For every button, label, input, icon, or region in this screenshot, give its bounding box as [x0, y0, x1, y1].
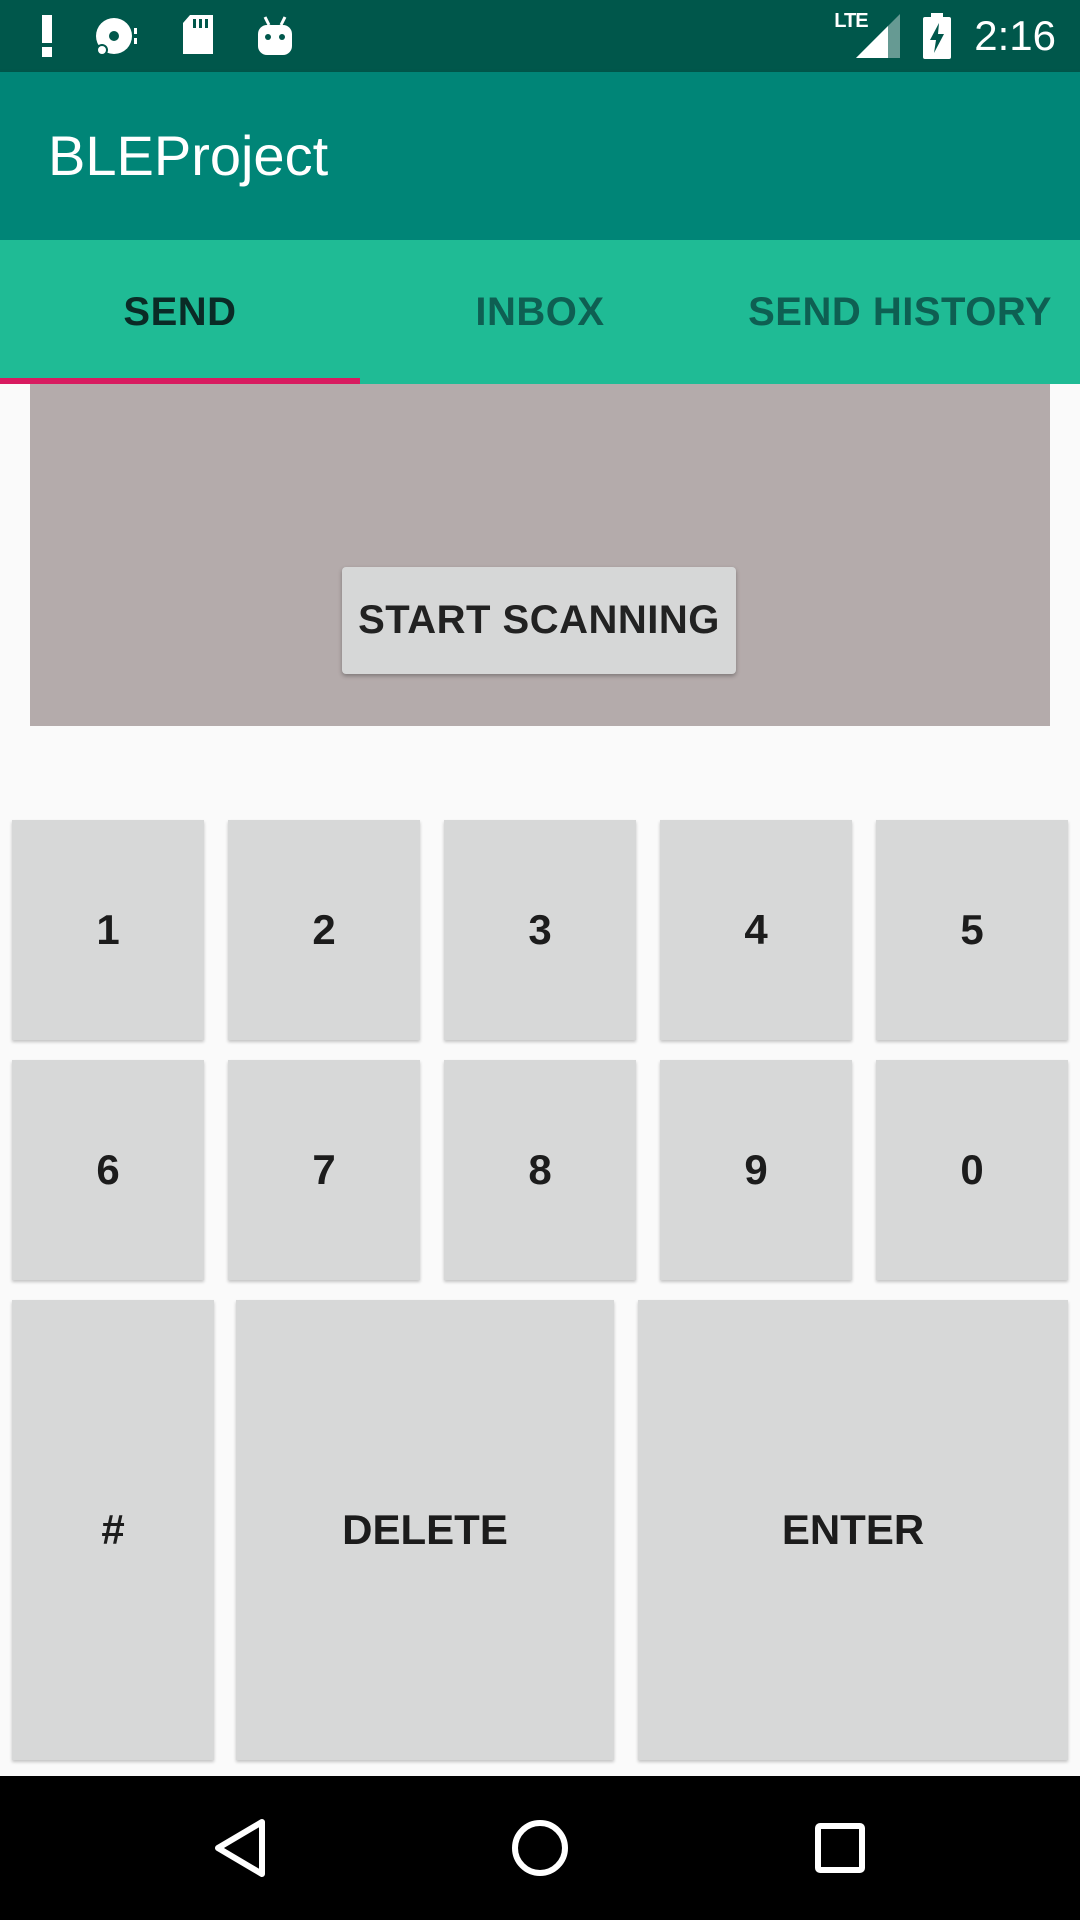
key-8[interactable]: 8	[444, 1060, 636, 1280]
signal-icon: LTE	[834, 10, 901, 58]
home-button[interactable]	[440, 1776, 640, 1920]
tab-bar: SEND INBOX SEND HISTORY	[0, 240, 1080, 384]
network-type-label: LTE	[834, 10, 868, 32]
tab-send[interactable]: SEND	[0, 240, 360, 384]
status-time: 2:16	[974, 12, 1056, 59]
key-9[interactable]: 9	[660, 1060, 852, 1280]
back-button[interactable]	[140, 1776, 340, 1920]
key-2[interactable]: 2	[228, 820, 420, 1040]
key-hash[interactable]: #	[12, 1300, 214, 1760]
app-bar: BLEProject	[0, 72, 1080, 240]
key-7[interactable]: 7	[228, 1060, 420, 1280]
key-4[interactable]: 4	[660, 820, 852, 1040]
app-title: BLEProject	[48, 124, 329, 187]
key-5[interactable]: 5	[876, 820, 1068, 1040]
recents-button[interactable]	[740, 1776, 940, 1920]
battery-charging-icon	[923, 13, 952, 59]
sd-card-icon	[183, 15, 213, 54]
key-6[interactable]: 6	[12, 1060, 204, 1280]
start-scanning-button[interactable]: START SCANNING	[342, 567, 736, 674]
key-1[interactable]: 1	[12, 820, 204, 1040]
navigation-bar	[0, 1776, 1080, 1920]
tab-inbox[interactable]: INBOX	[360, 240, 720, 384]
alert-icon	[42, 15, 52, 57]
recents-icon	[815, 1823, 865, 1873]
key-0[interactable]: 0	[876, 1060, 1068, 1280]
back-icon	[215, 1819, 265, 1877]
scan-panel	[30, 384, 1050, 726]
enter-button[interactable]: ENTER	[638, 1300, 1068, 1760]
tab-send-history[interactable]: SEND HISTORY	[720, 240, 1080, 384]
android-icon	[258, 16, 292, 55]
delete-button[interactable]: DELETE	[236, 1300, 614, 1760]
disk-icon	[96, 18, 137, 56]
home-icon	[512, 1820, 568, 1876]
key-3[interactable]: 3	[444, 820, 636, 1040]
status-bar: LTE 2:16	[0, 0, 1080, 72]
